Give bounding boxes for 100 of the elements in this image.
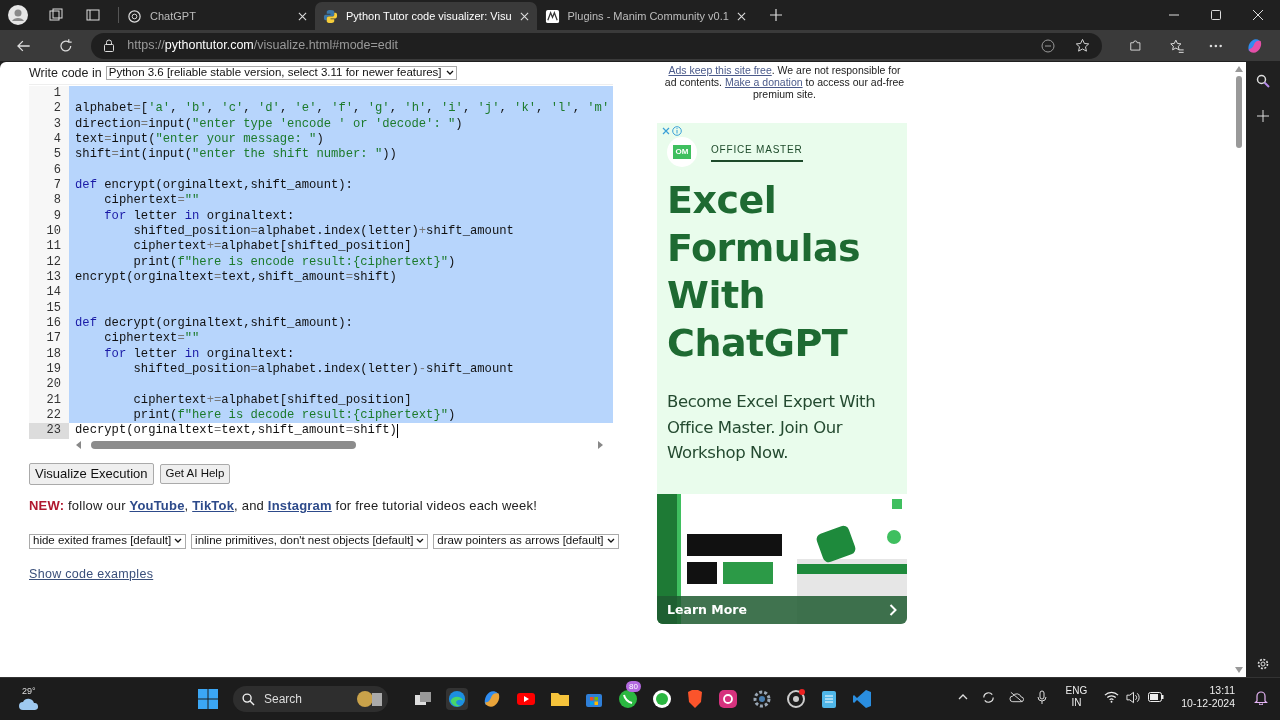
reload-icon[interactable] [57, 37, 74, 54]
edge-icon[interactable] [446, 688, 468, 710]
ad-notice-text: Ads keep this site free. We are not responsible for ad contents. Make a donation to access our ad-free premium site. [663, 63, 906, 100]
wifi-icon[interactable] [1104, 691, 1120, 703]
social-link[interactable]: YouTube [129, 498, 185, 513]
scrollbar-thumb[interactable] [1236, 76, 1242, 148]
coin-icon [356, 690, 384, 708]
reader-icon[interactable] [1041, 38, 1056, 53]
code-line: decrypt(orginaltext=text,shift_amount=shift) [75, 423, 397, 439]
chevron-up-icon[interactable] [957, 694, 968, 700]
language-label: Write code in [29, 64, 102, 82]
chevron-down-icon [445, 70, 454, 76]
chevron-down-icon [174, 538, 183, 544]
browser-tab[interactable]: Python Tutor code visualizer: Visu [315, 2, 537, 30]
scroll-right-icon[interactable] [596, 440, 604, 449]
chevron-right-icon [889, 604, 897, 616]
brand-name: OFFICE MASTER [711, 142, 803, 162]
line-number: 5 [29, 147, 69, 163]
close-tab-icon[interactable] [298, 11, 307, 21]
speaker-icon[interactable] [1126, 690, 1142, 704]
extensions-icon[interactable] [1128, 38, 1144, 53]
line-number: 14 [29, 285, 69, 301]
logo-icon [544, 8, 560, 24]
browser-icon[interactable] [786, 689, 806, 709]
line-number: 20 [29, 377, 69, 393]
text-link[interactable]: Ads keep this site free [668, 64, 772, 76]
task-view-icon[interactable] [414, 690, 432, 708]
language-select[interactable]: Python 3.6 [reliable stable version, select 3.11 for newer features] [105, 66, 457, 80]
profile-icon[interactable] [8, 5, 28, 25]
show-code-examples-link[interactable]: Show code examples [29, 564, 154, 584]
get-ai-help-button[interactable]: Get AI Help [159, 464, 231, 484]
tab-actions-icon[interactable] [86, 8, 100, 22]
favorites-icon[interactable] [1169, 37, 1185, 54]
clock-date[interactable]: 10-12-2024 [1181, 697, 1235, 710]
battery-icon[interactable] [1148, 692, 1165, 702]
workspaces-icon[interactable] [48, 7, 64, 23]
code-line: direction=input("enter type 'encode ' or 'decode': ") [75, 116, 463, 132]
temperature-text[interactable]: 29° [22, 685, 36, 699]
scrollbar-thumb[interactable] [91, 440, 356, 449]
scroll-left-icon[interactable] [75, 440, 83, 449]
copilot-icon[interactable] [482, 689, 502, 709]
search-box[interactable]: Search [233, 686, 388, 712]
code-line: ciphertext+=alphabet[shifted_position] [132, 392, 412, 408]
code-line: def encrypt(orginaltext,shift_amount): [75, 177, 353, 194]
code-line: encrypt(orginaltext=text,shift_amount=shift) [75, 269, 397, 286]
plus-icon[interactable] [1257, 110, 1269, 122]
option-select[interactable]: hide exited frames [default] [29, 533, 187, 549]
option-select[interactable]: inline primitives, don't nest objects [default] [191, 533, 429, 549]
clock-time[interactable]: 13:11 [1209, 684, 1235, 697]
option-select[interactable]: draw pointers as arrows [default] [433, 533, 619, 549]
notification-badge: 80 [626, 681, 641, 692]
code-line: print(f"here is encode result:{ciphertext}") [132, 254, 456, 270]
ad-card[interactable]: OM OFFICE MASTER Excel Formulas With ChatGPT Become Excel Expert With Office Master. Join Our Workshop Now. Learn More [657, 123, 907, 624]
bell-icon[interactable] [1254, 689, 1268, 705]
address-bar[interactable]: https://pythontutor.com/visualize.html#mode=edit [91, 32, 1103, 59]
scroll-down-icon[interactable] [1235, 667, 1243, 673]
close-tab-icon[interactable] [736, 11, 746, 21]
cloud-icon[interactable] [18, 697, 40, 711]
visualize-execution-button[interactable]: Visualize Execution [29, 463, 154, 485]
cloud-off-icon[interactable] [1008, 691, 1024, 703]
line-number: 2 [29, 101, 69, 117]
scroll-up-icon[interactable] [1235, 66, 1243, 72]
start-icon[interactable] [197, 688, 219, 710]
region-code[interactable]: IN [1071, 697, 1082, 709]
notice-text: NEW: follow our YouTube, TikTok, and Instagram for free tutorial videos each week! [29, 497, 538, 515]
search-icon[interactable] [1256, 74, 1270, 88]
new-tab-icon[interactable] [769, 9, 782, 21]
url-text: https://pythontutor.com/visualize.html#mode=edit [127, 37, 398, 55]
line-number: 8 [29, 193, 69, 209]
star-icon[interactable] [1075, 38, 1091, 53]
code-line: shifted_position=alphabet.index(letter)-shift_amount [132, 361, 514, 378]
close-tab-icon[interactable] [519, 11, 529, 21]
ad-headline: Excel Formulas With ChatGPT [667, 177, 862, 367]
text-link[interactable]: Make a donation [724, 76, 803, 88]
microphone-icon[interactable] [1036, 689, 1047, 705]
line-number: 11 [29, 239, 69, 255]
code-line: alphabet=['a', 'b', 'c', 'd', 'e', 'f', 'g', 'h', 'i', 'j', 'k', 'l', 'm' [75, 101, 610, 117]
sync-icon[interactable] [980, 689, 996, 705]
social-link[interactable]: Instagram [267, 498, 332, 513]
more-icon[interactable] [1208, 43, 1223, 48]
lock-icon [103, 39, 116, 52]
code-line: text=input("enter your message: ") [75, 132, 324, 148]
copilot-icon[interactable] [1246, 36, 1264, 55]
chevron-down-icon [606, 538, 615, 544]
code-editor[interactable] [29, 84, 613, 452]
code-line: for letter in orginaltext: [103, 346, 295, 362]
code-line: shift=int(input("enter the shift number: ")) [75, 147, 397, 163]
brand-logo: OM [667, 137, 697, 167]
language-code[interactable]: ENG [1065, 685, 1088, 697]
line-number: 23 [29, 423, 69, 439]
code-line: shifted_position=alphabet.index(letter)+shift_amount [132, 223, 514, 240]
text-cursor [396, 423, 398, 438]
gear-icon[interactable] [752, 689, 772, 709]
camera-icon[interactable] [718, 689, 738, 709]
code-line: ciphertext="" [103, 193, 200, 209]
line-number: 17 [29, 331, 69, 347]
maximize-icon[interactable] [1210, 9, 1222, 21]
settings-icon[interactable] [1256, 657, 1270, 671]
notepad-icon[interactable] [820, 689, 838, 709]
code-editor-icon[interactable] [852, 689, 872, 709]
